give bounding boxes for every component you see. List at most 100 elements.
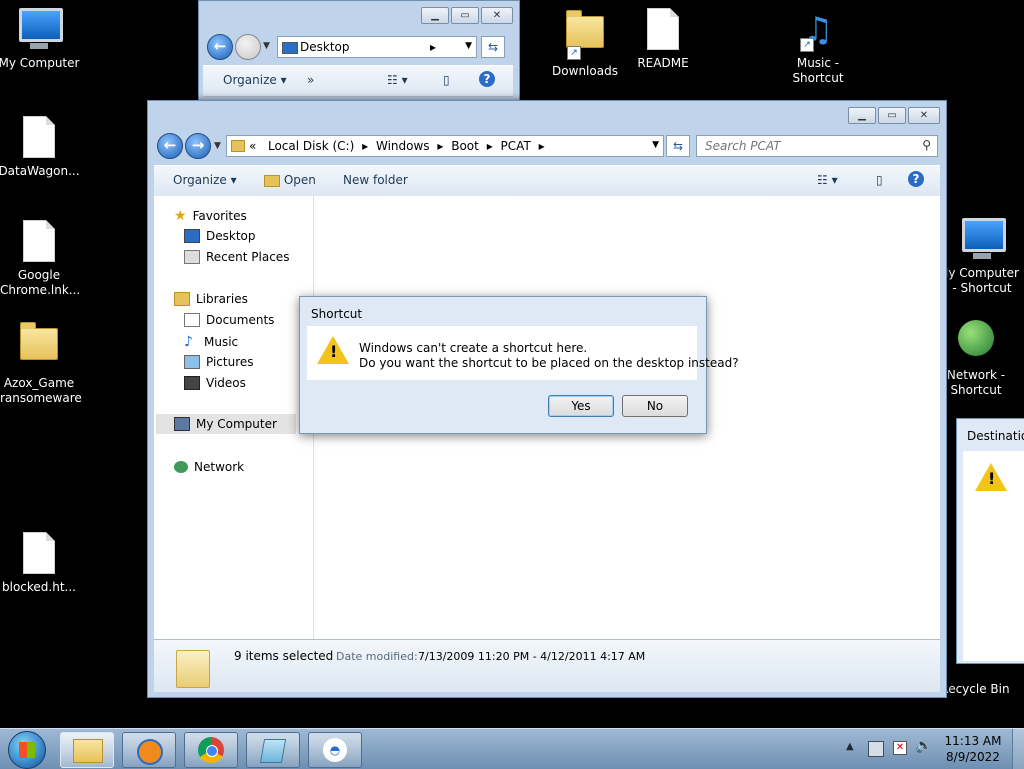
back-button[interactable]: ← (207, 34, 233, 60)
address-bar[interactable]: Desktop ▸ ▼ (277, 36, 477, 58)
chevron-right-icon[interactable]: ▸ (437, 139, 443, 153)
navigation-pane: ★ Favorites Desktop Recent Places Librari… (154, 196, 314, 639)
nav-recent-places[interactable]: Recent Places (184, 250, 289, 264)
breadcrumb-boot[interactable]: Boot (451, 139, 479, 153)
downloads-folder-icon: ↗ (565, 10, 605, 60)
nav-network[interactable]: Network (174, 460, 244, 474)
close-button[interactable]: ✕ (908, 107, 940, 124)
address-bar[interactable]: « Local Disk (C:) ▸ Windows ▸ Boot ▸ PCA… (226, 135, 664, 157)
selected-count: 9 items selected (234, 649, 334, 663)
recent-pages-dropdown-icon[interactable]: ▼ (263, 41, 270, 51)
show-desktop-button[interactable] (1012, 729, 1024, 769)
clock-date[interactable]: 8/9/2022 (944, 750, 1002, 764)
search-icon[interactable]: ⚲ (922, 138, 931, 152)
taskbar-explorer-button[interactable] (60, 732, 114, 768)
taskbar-media-player-button[interactable] (122, 732, 176, 768)
nav-favorites[interactable]: ★ Favorites (174, 208, 247, 224)
window-caption-buttons: ▁ ▭ ✕ (848, 107, 940, 124)
forward-button[interactable] (235, 34, 261, 60)
desktop-icon-downloads[interactable]: ↗ Downloads (540, 8, 630, 79)
taskbar-chrome-button[interactable] (184, 732, 238, 768)
help-icon[interactable]: ? (908, 171, 924, 187)
address-dropdown-icon[interactable]: ▼ (652, 140, 659, 150)
breadcrumb-pcat[interactable]: PCAT (501, 139, 531, 153)
organize-button[interactable]: Organize ▾ (223, 73, 287, 87)
nav-pictures[interactable]: Pictures (184, 355, 254, 369)
desktop-icon-music-shortcut[interactable]: ♫ ↗ Music - Shortcut (773, 8, 863, 86)
tray-volume-icon[interactable]: 🔈 (915, 738, 932, 754)
nav-documents[interactable]: Documents (184, 313, 274, 327)
search-box[interactable]: ⚲ (696, 135, 938, 157)
view-options-icon[interactable]: ☷ ▾ (817, 173, 838, 187)
nav-music[interactable]: ♪ Music (184, 334, 238, 350)
organize-button[interactable]: Organize ▾ (173, 173, 237, 187)
desktop-icon-google-chrome-lnk[interactable]: Google Chrome.lnk... (0, 220, 84, 298)
yes-button[interactable]: Yes (548, 395, 614, 417)
show-hidden-icons-button[interactable]: ▲ (846, 741, 854, 752)
no-button[interactable]: No (622, 395, 688, 417)
command-bar: Organize ▾ Open New folder ☷ ▾ ▯ ? (154, 165, 940, 197)
desktop-icon-datawagon[interactable]: DataWagon... (0, 116, 84, 179)
network-globe-icon (174, 461, 188, 473)
refresh-button[interactable]: ⇆ (666, 135, 690, 157)
chevron-right-icon[interactable]: ▸ (539, 139, 545, 153)
date-modified-value: 7/13/2009 11:20 PM - 4/12/2011 4:17 AM (418, 650, 646, 663)
nav-videos[interactable]: Videos (184, 376, 246, 390)
desktop-icon-readme[interactable]: README (618, 8, 708, 71)
selection-folder-icon (176, 650, 210, 688)
desktop-icon-azox-game[interactable]: Azox_Game ransomeware (0, 320, 84, 406)
open-button[interactable]: Open (264, 173, 316, 187)
desktop-icon-label: Network - Shortcut (946, 368, 1006, 397)
desktop-icon-label: ly Computer - Shortcut (945, 266, 1019, 295)
tray-network-icon[interactable] (868, 741, 884, 757)
chevron-right-icon[interactable]: ▸ (487, 139, 493, 153)
documents-icon (184, 313, 200, 327)
desktop-icon-blocked[interactable]: blocked.ht... (0, 532, 84, 595)
desktop-monitor-icon (184, 229, 200, 243)
preview-pane-icon[interactable]: ▯ (443, 73, 450, 87)
explorer-window-desktop[interactable]: ▁ ▭ ✕ ← ▼ Desktop ▸ ▼ ⇆ Organize ▾ » ☷ ▾… (198, 0, 520, 101)
search-input[interactable] (703, 138, 907, 154)
folder-icon (19, 322, 59, 372)
taskbar-app-button[interactable]: ◓ (308, 732, 362, 768)
libraries-icon (174, 292, 190, 306)
start-button[interactable] (8, 731, 46, 769)
minimize-button[interactable]: ▁ (421, 7, 449, 24)
preview-pane-icon[interactable]: ▯ (876, 173, 883, 187)
file-icon (643, 8, 683, 52)
chevron-right-icon[interactable]: ▸ (362, 139, 368, 153)
close-button[interactable]: ✕ (481, 7, 513, 24)
clock-time[interactable]: 11:13 AM (944, 734, 1002, 748)
maximize-button[interactable]: ▭ (451, 7, 479, 24)
taskbar-notepad-button[interactable] (246, 732, 300, 768)
desktop-icon-my-computer[interactable]: My Computer (0, 8, 84, 71)
help-icon[interactable]: ? (479, 71, 495, 87)
refresh-button[interactable]: ⇆ (481, 36, 505, 58)
nav-my-computer[interactable]: My Computer (156, 414, 296, 434)
address-dropdown-icon[interactable]: ▼ (465, 41, 472, 51)
desktop-icon-label: README (637, 56, 689, 70)
dialog-message-line1: Windows can't create a shortcut here. (359, 341, 588, 355)
breadcrumb-local-disk[interactable]: Local Disk (C:) (268, 139, 354, 153)
music-note-icon: ♪ (184, 334, 193, 350)
warning-icon: ! (317, 336, 349, 364)
nav-desktop[interactable]: Desktop (184, 229, 256, 243)
tray-action-center-icon[interactable]: ✕ (893, 741, 907, 755)
dialog-message-line2: Do you want the shortcut to be placed on… (359, 356, 739, 370)
destination-window[interactable]: Destination ! (956, 418, 1024, 664)
recent-pages-dropdown-icon[interactable]: ▼ (214, 141, 221, 151)
breadcrumb-overflow[interactable]: « (249, 139, 256, 153)
more-commands-button[interactable]: » (307, 73, 314, 87)
star-icon: ★ (174, 208, 187, 224)
forward-button[interactable]: → (185, 133, 211, 159)
nav-libraries[interactable]: Libraries (174, 292, 248, 306)
minimize-button[interactable]: ▁ (848, 107, 876, 124)
new-folder-button[interactable]: New folder (343, 173, 408, 187)
shortcut-dialog[interactable]: Shortcut ! Windows can't create a shortc… (299, 296, 739, 434)
recent-places-icon (184, 250, 200, 264)
maximize-button[interactable]: ▭ (878, 107, 906, 124)
back-button[interactable]: ← (157, 133, 183, 159)
view-options-icon[interactable]: ☷ ▾ (387, 73, 408, 87)
desktop-icon-my-computer-shortcut[interactable]: ly Computer - Shortcut (940, 218, 1024, 296)
breadcrumb-windows[interactable]: Windows (376, 139, 430, 153)
